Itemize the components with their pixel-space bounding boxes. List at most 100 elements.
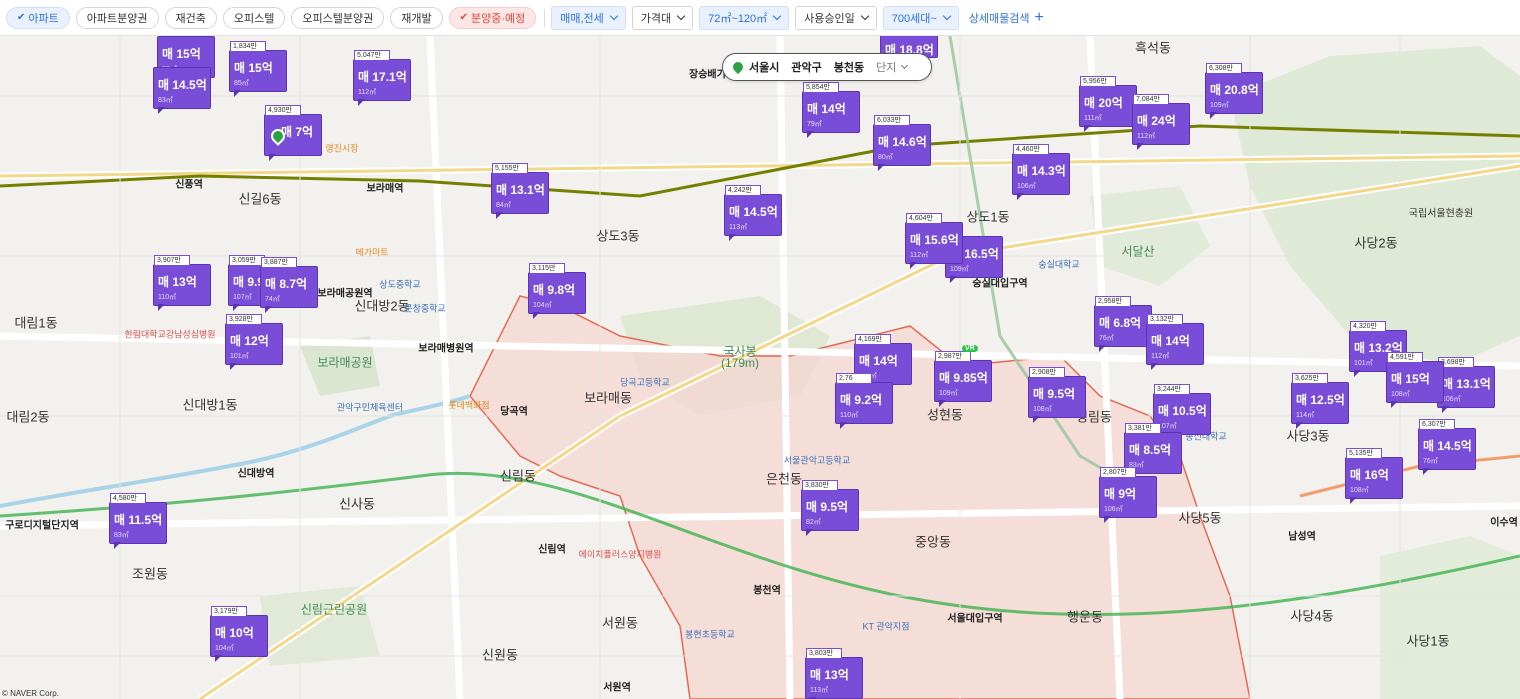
chip-redevelopment[interactable]: 재개발: [390, 6, 443, 29]
price-marker[interactable]: 3,179만 매 10억 104㎡: [210, 606, 268, 662]
price-marker[interactable]: 2,908만 매 9.5억 108㎡: [1028, 367, 1086, 423]
marker-tail: [265, 306, 272, 313]
filter-bar: ✔ 아파트 아파트분양권 재건축 오피스텔 오피스텔분양권 재개발 ✔ 분양중·예정…: [0, 0, 1520, 36]
marker-price-per-unit: 5,956만: [1080, 76, 1116, 87]
chip-apartment[interactable]: ✔ 아파트: [6, 6, 70, 29]
place-label: 신대방1동: [182, 397, 238, 413]
breadcrumb-district[interactable]: 관악구: [791, 59, 821, 75]
price-marker[interactable]: 5,956만 매 20억 111㎡: [1079, 76, 1137, 132]
price-marker[interactable]: 3,928만 매 12억 101㎡: [225, 314, 283, 370]
marker-tail: [878, 164, 885, 171]
marker-area: 85㎡: [234, 80, 249, 87]
marker-price: 매 8.7억: [265, 277, 308, 291]
marker-price-per-unit: 3,132만: [1147, 314, 1183, 325]
marker-tail: [1084, 125, 1091, 132]
dropdown-trade-type[interactable]: 매매,전세: [551, 5, 626, 30]
price-marker[interactable]: 5,135만 매 16억 108㎡: [1345, 448, 1403, 504]
chip-presale-upcoming[interactable]: ✔ 분양중·예정: [448, 6, 537, 29]
price-marker[interactable]: 5,047만 매 17.1억 112㎡: [353, 50, 411, 106]
price-marker[interactable]: 2,958만 매 6.8억 76㎡: [1094, 296, 1152, 352]
marker-tail: [1442, 406, 1449, 413]
marker-tail: [269, 154, 276, 161]
price-marker[interactable]: 4,580만 매 11.5억 83㎡: [109, 493, 167, 549]
chip-apartment-presale[interactable]: 아파트분양권: [75, 6, 159, 29]
marker-area: 114㎡: [1296, 412, 1315, 419]
marker-tail: [1151, 363, 1158, 370]
price-marker[interactable]: 4,460만 매 14.3억 106㎡: [1012, 144, 1070, 200]
price-marker[interactable]: 3,698만 매 13.1억 106㎡: [1437, 357, 1495, 413]
location-breadcrumb[interactable]: 서울시 관악구 봉천동 단지: [722, 53, 932, 81]
chip-officetel[interactable]: 오피스텔: [222, 6, 286, 29]
marker-area: 104㎡: [215, 645, 234, 652]
poi-label: 당곡고등학교: [620, 377, 670, 388]
price-marker[interactable]: 2,76 매 9.2억 110㎡: [835, 373, 893, 429]
marker-price: 매 9.85억: [939, 371, 988, 385]
price-marker[interactable]: 3,887만 매 8.7억 74㎡: [260, 257, 318, 313]
price-marker[interactable]: 5,854만 매 14억 79㎡: [802, 82, 860, 138]
station-label: 남성역: [1288, 531, 1316, 543]
price-marker[interactable]: 3,115만 매 9.8억 104㎡: [528, 263, 586, 319]
marker-price-per-unit: 5,047만: [354, 50, 390, 61]
place-label: 상도1동: [966, 209, 1010, 225]
marker-price: 매 13억: [810, 668, 849, 682]
price-marker[interactable]: 6,307만 매 14.5억 76㎡: [1418, 419, 1476, 475]
place-label: 사당2동: [1354, 235, 1398, 251]
marker-tail: [1354, 370, 1361, 377]
price-marker[interactable]: 4,604만 매 15.6억 112㎡: [905, 213, 963, 269]
place-label: 은천동: [766, 471, 802, 487]
place-label: 성현동: [927, 407, 963, 423]
marker-price-per-unit: 4,604만: [906, 213, 942, 224]
price-marker[interactable]: 7,084만 매 24억 112㎡: [1132, 94, 1190, 150]
marker-tail: [1350, 497, 1357, 504]
marker-tail: [234, 90, 241, 97]
vr-badge[interactable]: VR: [962, 345, 978, 352]
map-base-layer: [0, 36, 1520, 699]
price-marker[interactable]: 4,591만 매 15억 108㎡: [1386, 352, 1444, 408]
map[interactable]: 신길6동 상도3동 신대방2동 대림1동 대림2동 신대방1동 보라매동 성현동…: [0, 36, 1520, 699]
breadcrumb-scope[interactable]: 단지: [876, 59, 896, 75]
plus-icon: +: [1034, 8, 1044, 26]
marker-area: 104㎡: [533, 302, 552, 309]
marker-price-per-unit: 5,135만: [1346, 448, 1382, 459]
chevron-down-icon: [901, 61, 909, 70]
marker-tail: [158, 107, 165, 114]
marker-tail: [496, 212, 503, 219]
price-marker[interactable]: 6,033만 매 14.6억 80㎡: [873, 115, 931, 171]
price-marker[interactable]: 3,830만 매 9.5억 82㎡: [801, 480, 859, 536]
marker-price: 매 15억: [234, 61, 273, 75]
detail-search-button[interactable]: 상세매물검색 +: [969, 8, 1044, 26]
marker-price: 매 14.3억: [1017, 164, 1066, 178]
dropdown-households[interactable]: 700세대~: [882, 5, 959, 30]
marker-area: 109㎡: [1210, 102, 1229, 109]
chip-officetel-presale[interactable]: 오피스텔분양권: [291, 6, 385, 29]
dropdown-approval-date[interactable]: 사용승인일: [795, 5, 877, 30]
price-marker[interactable]: 4,242만 매 14.5억 113㎡: [724, 185, 782, 241]
location-pin-icon: [730, 59, 746, 75]
price-marker[interactable]: 1,834만 매 15억 85㎡: [229, 41, 287, 97]
marker-tail: [158, 304, 165, 311]
price-marker[interactable]: 3,803만 매 13억 113㎡: [805, 648, 863, 699]
marker-tail: [910, 262, 917, 269]
place-label: 대림2동: [6, 409, 50, 425]
breadcrumb-city[interactable]: 서울시: [749, 59, 779, 75]
price-marker[interactable]: 3,132만 매 14억 112㎡: [1146, 314, 1204, 370]
price-marker[interactable]: 5,155만 매 13.1억 84㎡: [491, 163, 549, 219]
price-marker[interactable]: 매 14.5억 83㎡: [153, 67, 211, 114]
price-marker[interactable]: 3,907만 매 13억 110㎡: [153, 255, 211, 311]
chip-reconstruction[interactable]: 재건축: [164, 6, 217, 29]
marker-price: 매 15억: [1391, 372, 1430, 386]
marker-area: 112㎡: [1137, 133, 1156, 140]
price-marker[interactable]: 3,625만 매 12.5억 114㎡: [1291, 373, 1349, 429]
price-marker[interactable]: 2,807만 매 9억 106㎡: [1099, 467, 1157, 523]
dropdown-price[interactable]: 가격대: [631, 5, 694, 30]
marker-area: 83㎡: [158, 97, 173, 104]
dropdown-area[interactable]: 72㎡~120㎡: [699, 5, 790, 30]
price-marker[interactable]: 6,308만 매 20.8억 109㎡: [1205, 63, 1263, 119]
price-marker[interactable]: 3,244만 매 10.5억 107㎡: [1153, 384, 1211, 440]
marker-tail: [233, 304, 240, 311]
place-label: 흑석동: [1135, 40, 1171, 56]
breadcrumb-dong[interactable]: 봉천동: [834, 59, 864, 75]
copyright: © NAVER Corp.: [2, 689, 59, 698]
price-marker[interactable]: 2,987만 매 9.85억 109㎡: [934, 351, 992, 407]
poi-label: 봉현초등학교: [685, 629, 735, 640]
